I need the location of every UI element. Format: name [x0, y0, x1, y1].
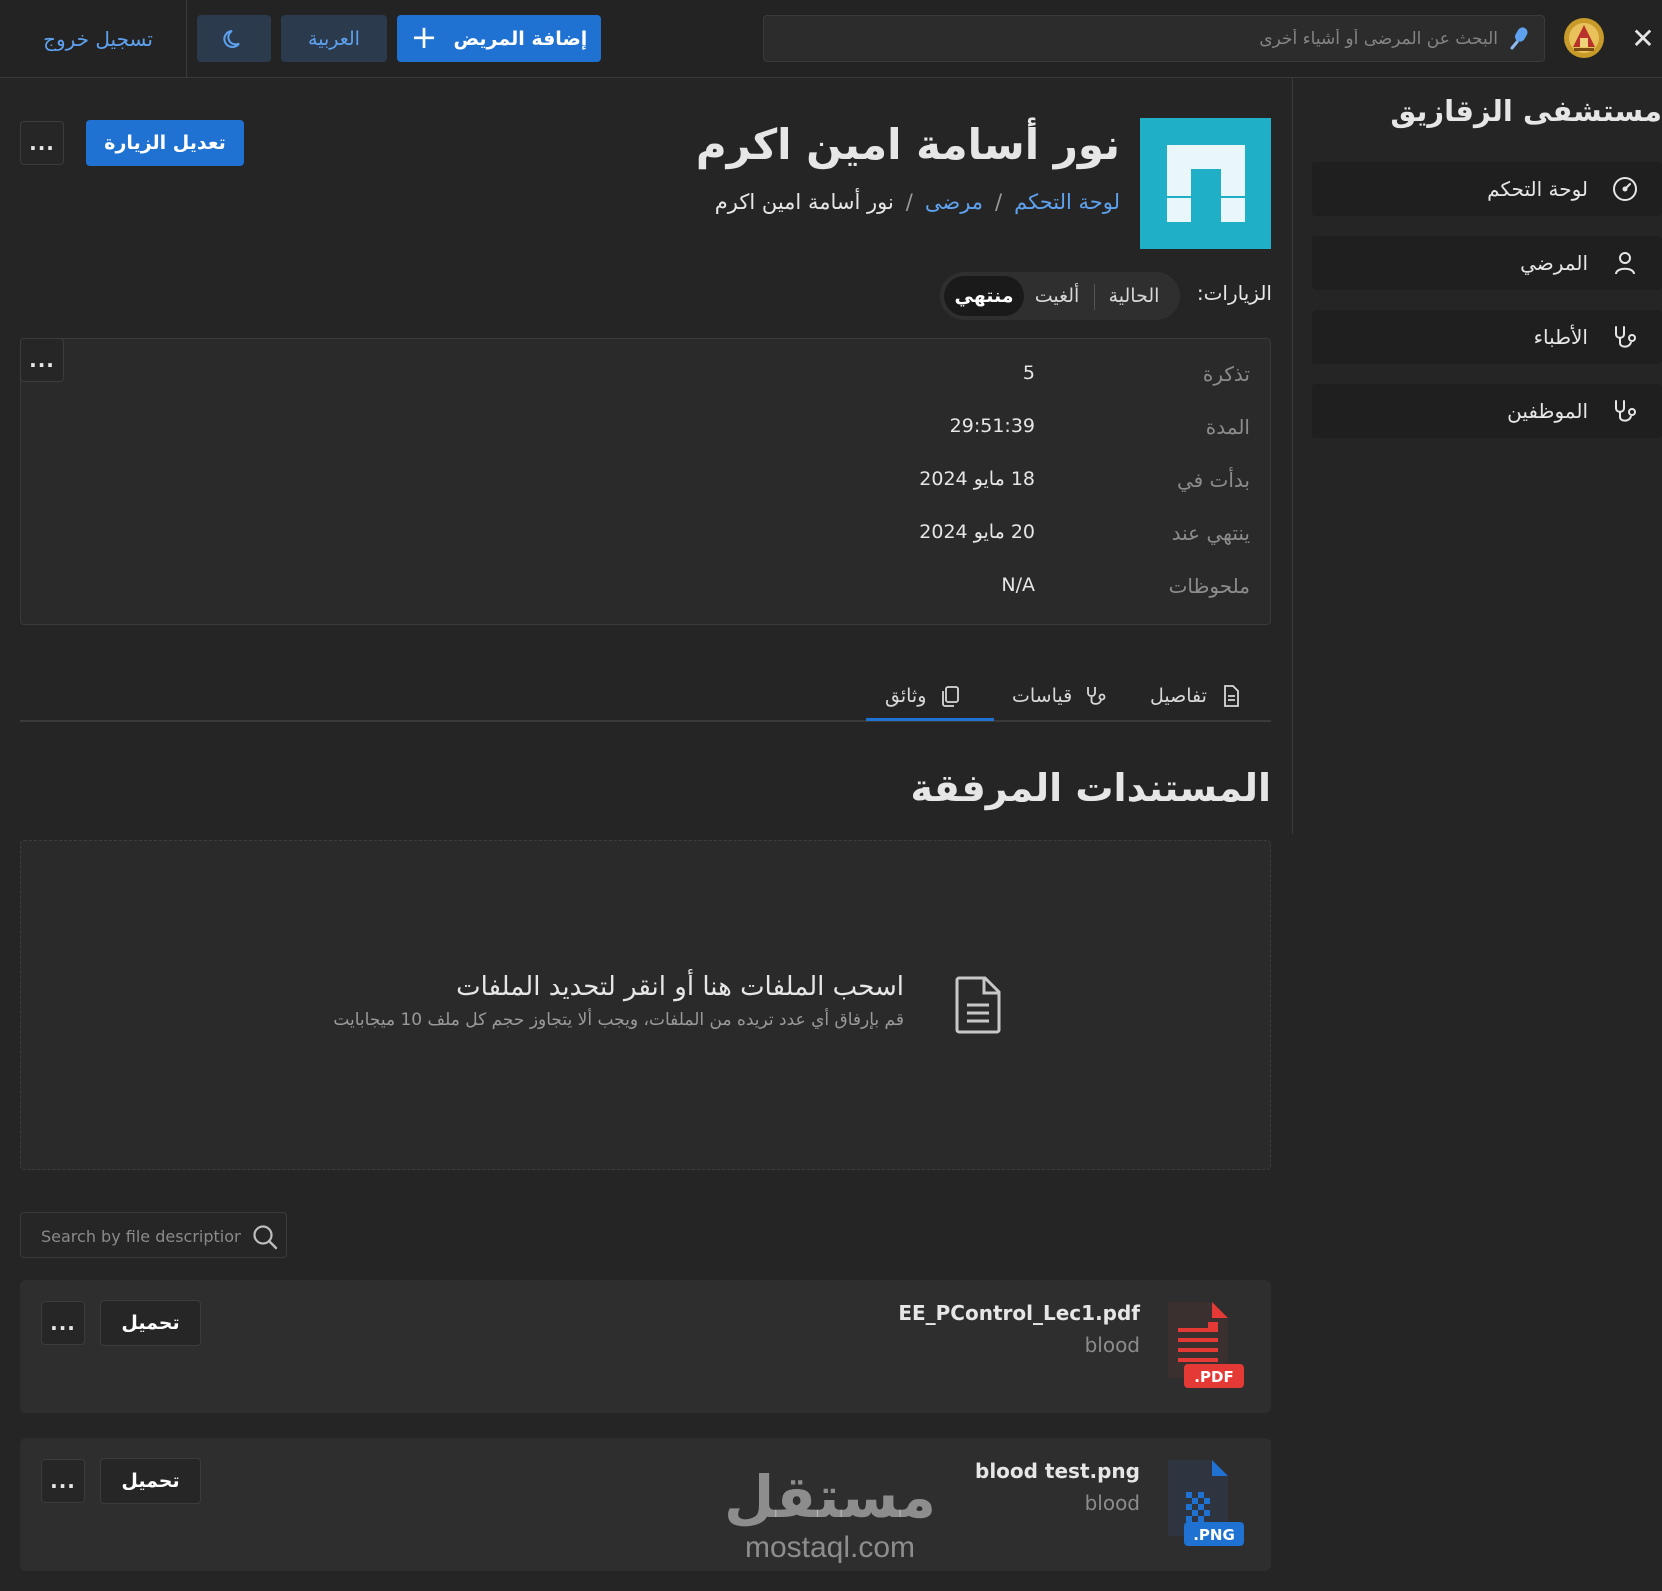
sidebar-item-label: المرضي	[1520, 251, 1588, 275]
divider	[186, 0, 187, 78]
file-type-badge: .PNG	[1193, 1526, 1235, 1544]
sidebar-item-doctors[interactable]: الأطباء	[1312, 310, 1662, 364]
sidebar-item-dashboard[interactable]: لوحة التحكم	[1312, 162, 1662, 216]
logout-label: تسجيل خروج	[43, 26, 153, 51]
file-search-input[interactable]	[41, 1223, 241, 1249]
language-button[interactable]: العربية	[281, 15, 387, 62]
breadcrumb-current: نور أسامة امين اكرم	[714, 190, 894, 214]
dropzone-subtitle: قم بإرفاق أي عدد تريده من الملفات، ويجب …	[333, 1010, 904, 1030]
detail-label-ticket: تذكرة	[1202, 362, 1250, 386]
tab-details[interactable]: تفاصيل	[1150, 676, 1243, 716]
download-button[interactable]: تحميل	[100, 1458, 201, 1504]
add-patient-label: إضافة المريض	[453, 27, 588, 50]
plus-icon: +	[410, 17, 438, 56]
tab-label: قياسات	[1012, 685, 1073, 707]
sidebar-item-label: الموظفين	[1507, 399, 1588, 423]
logout-button[interactable]: تسجيل خروج	[20, 15, 176, 62]
visit-filter-cancelled[interactable]: ألغيت	[1024, 276, 1090, 316]
more-options-button[interactable]: ...	[20, 121, 64, 165]
detail-label-notes: ملحوظات	[1168, 574, 1250, 598]
tabs-divider	[20, 720, 1271, 722]
dark-mode-button[interactable]	[197, 15, 271, 62]
sidebar-item-label: الأطباء	[1533, 325, 1588, 349]
language-label: العربية	[308, 27, 360, 50]
tab-documents[interactable]: وثائق	[885, 676, 962, 716]
detail-value-start: 18 مايو 2024	[919, 468, 1035, 490]
detail-label-duration: المدة	[1205, 415, 1250, 439]
stethoscope-icon	[1615, 326, 1636, 348]
divider	[1094, 284, 1095, 310]
visit-filter-ended[interactable]: منتهي	[944, 276, 1024, 316]
download-label: تحميل	[121, 1470, 180, 1492]
file-name: EE_PControl_Lec1.pdf	[898, 1301, 1140, 1325]
more-icon: ...	[29, 131, 55, 155]
more-icon: ...	[50, 1469, 76, 1493]
hospital-title: مستشفى الزقازيق	[1390, 94, 1662, 128]
global-search[interactable]	[763, 15, 1545, 62]
user-icon	[1615, 252, 1635, 275]
breadcrumb-separator: /	[905, 190, 913, 214]
download-label: تحميل	[121, 1312, 180, 1334]
visit-filter-current[interactable]: الحالية	[1092, 276, 1176, 316]
detail-value-notes: N/A	[1001, 574, 1035, 596]
sidebar-divider	[1292, 78, 1293, 834]
close-icon[interactable]: ✕	[1628, 22, 1658, 56]
patient-avatar	[1140, 118, 1271, 249]
detail-value-end: 20 مايو 2024	[919, 521, 1035, 543]
more-icon: ...	[50, 1311, 76, 1335]
watermark-latin: mostaql.com	[744, 1531, 916, 1564]
search-icon	[253, 1225, 278, 1250]
copy-icon	[942, 686, 960, 707]
file-more-button[interactable]: ...	[41, 1301, 85, 1345]
download-button[interactable]: تحميل	[100, 1300, 201, 1346]
tab-label: وثائق	[885, 685, 927, 707]
edit-visit-label: تعديل الزيارة	[104, 132, 226, 154]
detail-label-end: ينتهي عند	[1171, 521, 1250, 545]
page-title: نور أسامة امين اكرم	[695, 120, 1120, 169]
dropzone-title: اسحب الملفات هنا أو انقر لتحديد الملفات	[456, 972, 904, 1002]
png-file-icon: .PNG	[1164, 1456, 1244, 1552]
stethoscope-icon	[1615, 400, 1636, 422]
file-more-button[interactable]: ...	[41, 1459, 85, 1503]
detail-value-duration: 29:51:39	[949, 415, 1035, 437]
add-patient-button[interactable]: + إضافة المريض	[397, 15, 601, 62]
active-tab-indicator	[866, 718, 994, 721]
tab-label: تفاصيل	[1150, 685, 1207, 707]
breadcrumb-patients-link[interactable]: مرضى	[925, 190, 983, 214]
section-title: المستندات المرفقة	[910, 766, 1271, 810]
search-input[interactable]	[778, 24, 1498, 54]
stethoscope-icon	[1087, 687, 1106, 705]
detail-label-start: بدأت في	[1176, 468, 1250, 492]
file-search[interactable]	[20, 1212, 287, 1258]
pdf-file-icon: .PDF	[1164, 1298, 1244, 1394]
breadcrumb: لوحة التحكم / مرضى / نور أسامة امين اكرم	[560, 190, 1120, 224]
tab-measurements[interactable]: قياسات	[1012, 676, 1108, 716]
sidebar-item-label: لوحة التحكم	[1487, 177, 1588, 201]
watermark-arabic: مستقل	[723, 1463, 937, 1531]
edit-visit-button[interactable]: تعديل الزيارة	[86, 120, 244, 166]
breadcrumb-separator: /	[995, 190, 1003, 214]
moon-icon	[223, 29, 240, 48]
sidebar-item-patients[interactable]: المرضي	[1312, 236, 1662, 290]
file-description: blood	[1084, 1333, 1140, 1357]
file-type-badge: .PDF	[1194, 1368, 1234, 1386]
university-seal-logo	[1562, 16, 1606, 60]
document-icon	[1224, 685, 1239, 707]
sidebar-item-staff[interactable]: الموظفين	[1312, 384, 1662, 438]
breadcrumb-dashboard-link[interactable]: لوحة التحكم	[1014, 190, 1120, 214]
visits-label: الزيارات:	[1196, 281, 1272, 305]
dashboard-gauge-icon	[1613, 177, 1637, 201]
details-more-button[interactable]: ...	[20, 338, 64, 382]
detail-value-ticket: 5	[1022, 362, 1035, 384]
file-icon	[953, 975, 1003, 1035]
mic-icon[interactable]	[1508, 26, 1530, 52]
more-icon: ...	[29, 348, 55, 372]
watermark-logo: مستقل mostaql.com	[720, 1462, 940, 1591]
visits-filter: الحالية ألغيت منتهي	[940, 272, 1180, 320]
